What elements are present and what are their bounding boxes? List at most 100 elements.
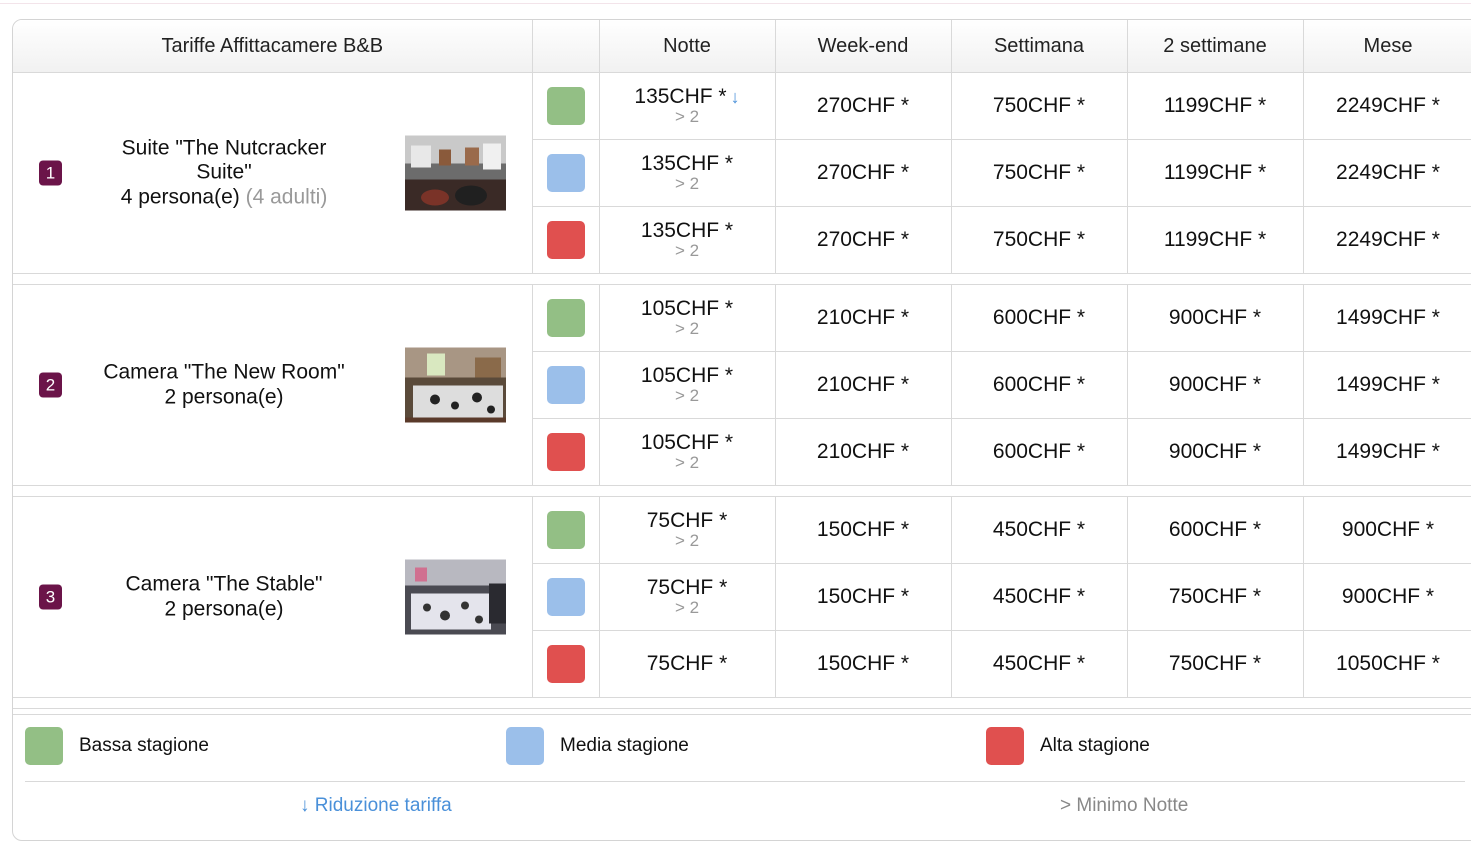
high-season-swatch [546,221,585,259]
weekend-price: 270CHF * [774,139,952,207]
legend-row: Bassa stagione Media stagione Alta stagi… [25,727,1471,769]
room-separator [13,697,1471,709]
rates-panel: Tariffe Affittacamere B&B Notte Week-end… [12,19,1471,841]
weekend-price: 210CHF * [774,351,952,419]
night-price: 105CHF * [640,297,734,321]
two-weeks-price: 750CHF * [1126,563,1304,631]
min-nights: > 2 [674,319,700,339]
legend-label-mid: Media stagione [560,735,689,756]
col-header-weekend: Week-end [774,20,952,73]
season-swatch-cell [532,418,600,486]
low-season-swatch [546,511,585,549]
weekend-price: 150CHF * [774,563,952,631]
room-capacity: 2 persona(e) [164,385,284,408]
season-swatch-cell [532,563,600,631]
season-swatch-cell [531,496,600,564]
season-swatch-cell [531,284,600,352]
month-price: 1050CHF * [1302,630,1471,698]
room-description: Camera "The New Room" 2 persona(e) [93,361,355,409]
swatch-column-header [531,20,600,73]
room-cell: 1 Suite "The Nutcracker Suite" 4 persona(e… [13,72,533,274]
night-price: 135CHF * [634,85,727,109]
season-swatch-cell [531,72,600,140]
mid-season-swatch [546,366,585,404]
night-price: 105CHF * [640,431,734,455]
week-price: 750CHF * [950,206,1128,274]
night-price-cell: 135CHF * ↓ > 2 [598,72,776,140]
legend-item-mid: Media stagione [506,727,689,765]
room-separator [13,273,1471,285]
mid-season-swatch [506,727,544,765]
top-divider [0,3,1471,4]
two-weeks-price: 1199CHF * [1126,72,1304,140]
month-price: 1499CHF * [1302,418,1471,486]
room-cell: 3 Camera "The Stable" 2 persona(e) [13,496,533,698]
week-price: 450CHF * [950,563,1128,631]
room-info: 3 Camera "The Stable" 2 persona(e) [39,559,506,635]
two-weeks-price: 900CHF * [1126,418,1304,486]
room-info: 2 Camera "The New Room" 2 persona(e) [39,347,506,423]
night-price-cell: 135CHF * > 2 [598,206,776,274]
week-price: 600CHF * [950,284,1128,352]
min-nights: > 2 [674,453,700,473]
two-weeks-price: 750CHF * [1126,630,1304,698]
two-weeks-price: 900CHF * [1126,351,1304,419]
min-nights: > 2 [674,531,700,551]
week-price: 600CHF * [950,418,1128,486]
night-price-cell: 105CHF * > 2 [598,351,776,419]
low-season-swatch [546,299,585,337]
two-weeks-price: 1199CHF * [1126,206,1304,274]
month-price: 900CHF * [1302,496,1471,564]
high-season-swatch [546,645,585,683]
weekend-price: 150CHF * [774,496,952,564]
room-capacity: 2 persona(e) [164,597,284,620]
legend-item-low: Bassa stagione [25,727,209,765]
legend-divider [25,781,1465,782]
room-name: Camera "The Stable" [125,572,323,596]
price-row: 3 Camera "The Stable" 2 persona(e) 75CHF * >… [13,496,1471,698]
room-photo[interactable] [404,347,506,423]
month-price: 2249CHF * [1302,139,1471,207]
min-nights: > 2 [674,241,700,261]
high-season-swatch [546,433,585,471]
table-title: Tariffe Affittacamere B&B [13,20,533,73]
col-header-2-settimane: 2 settimane [1126,20,1304,73]
week-price: 750CHF * [950,139,1128,207]
week-price: 450CHF * [950,630,1128,698]
season-swatch-cell [532,206,600,274]
low-season-swatch [25,727,63,765]
min-nights: > 2 [674,107,700,127]
separator-cell [13,273,1471,285]
room-photo[interactable] [404,559,506,635]
room-cell: 2 Camera "The New Room" 2 persona(e) [13,284,533,486]
room-capacity: 4 persona(e) [120,185,240,209]
season-swatch-cell [532,351,600,419]
high-season-swatch [986,727,1024,765]
night-price: 75CHF * [646,576,728,600]
mid-season-swatch [546,578,585,616]
min-nights: > 2 [674,174,700,194]
weekend-price: 270CHF * [774,72,952,140]
room-info: 1 Suite "The Nutcracker Suite" 4 persona(e… [39,135,506,211]
room-photo[interactable] [404,135,506,211]
col-header-settimana: Settimana [950,20,1128,73]
night-price-cell: 75CHF * > 2 [598,496,776,564]
col-header-mese: Mese [1302,20,1471,73]
legend-label-high: Alta stagione [1040,735,1150,756]
weekend-price: 210CHF * [774,418,952,486]
mid-season-swatch [546,154,585,192]
room-number-badge: 3 [39,584,62,610]
min-nights-note: > Minimo Notte [1060,795,1189,816]
night-price-cell: 75CHF * > 2 [598,563,776,631]
night-price: 75CHF * [646,651,728,675]
separator-cell [13,485,1471,497]
room-description: Camera "The Stable" 2 persona(e) [93,573,355,621]
legend-item-high: Alta stagione [986,727,1150,765]
night-price: 105CHF * [640,364,734,388]
min-nights: > 2 [674,598,700,618]
reduction-note: ↓ Riduzione tariffa [300,795,452,816]
two-weeks-price: 600CHF * [1126,496,1304,564]
night-price-cell: 105CHF * > 2 [598,284,776,352]
table-header-row: Tariffe Affittacamere B&B Notte Week-end… [13,20,1471,73]
room-separator [13,485,1471,497]
